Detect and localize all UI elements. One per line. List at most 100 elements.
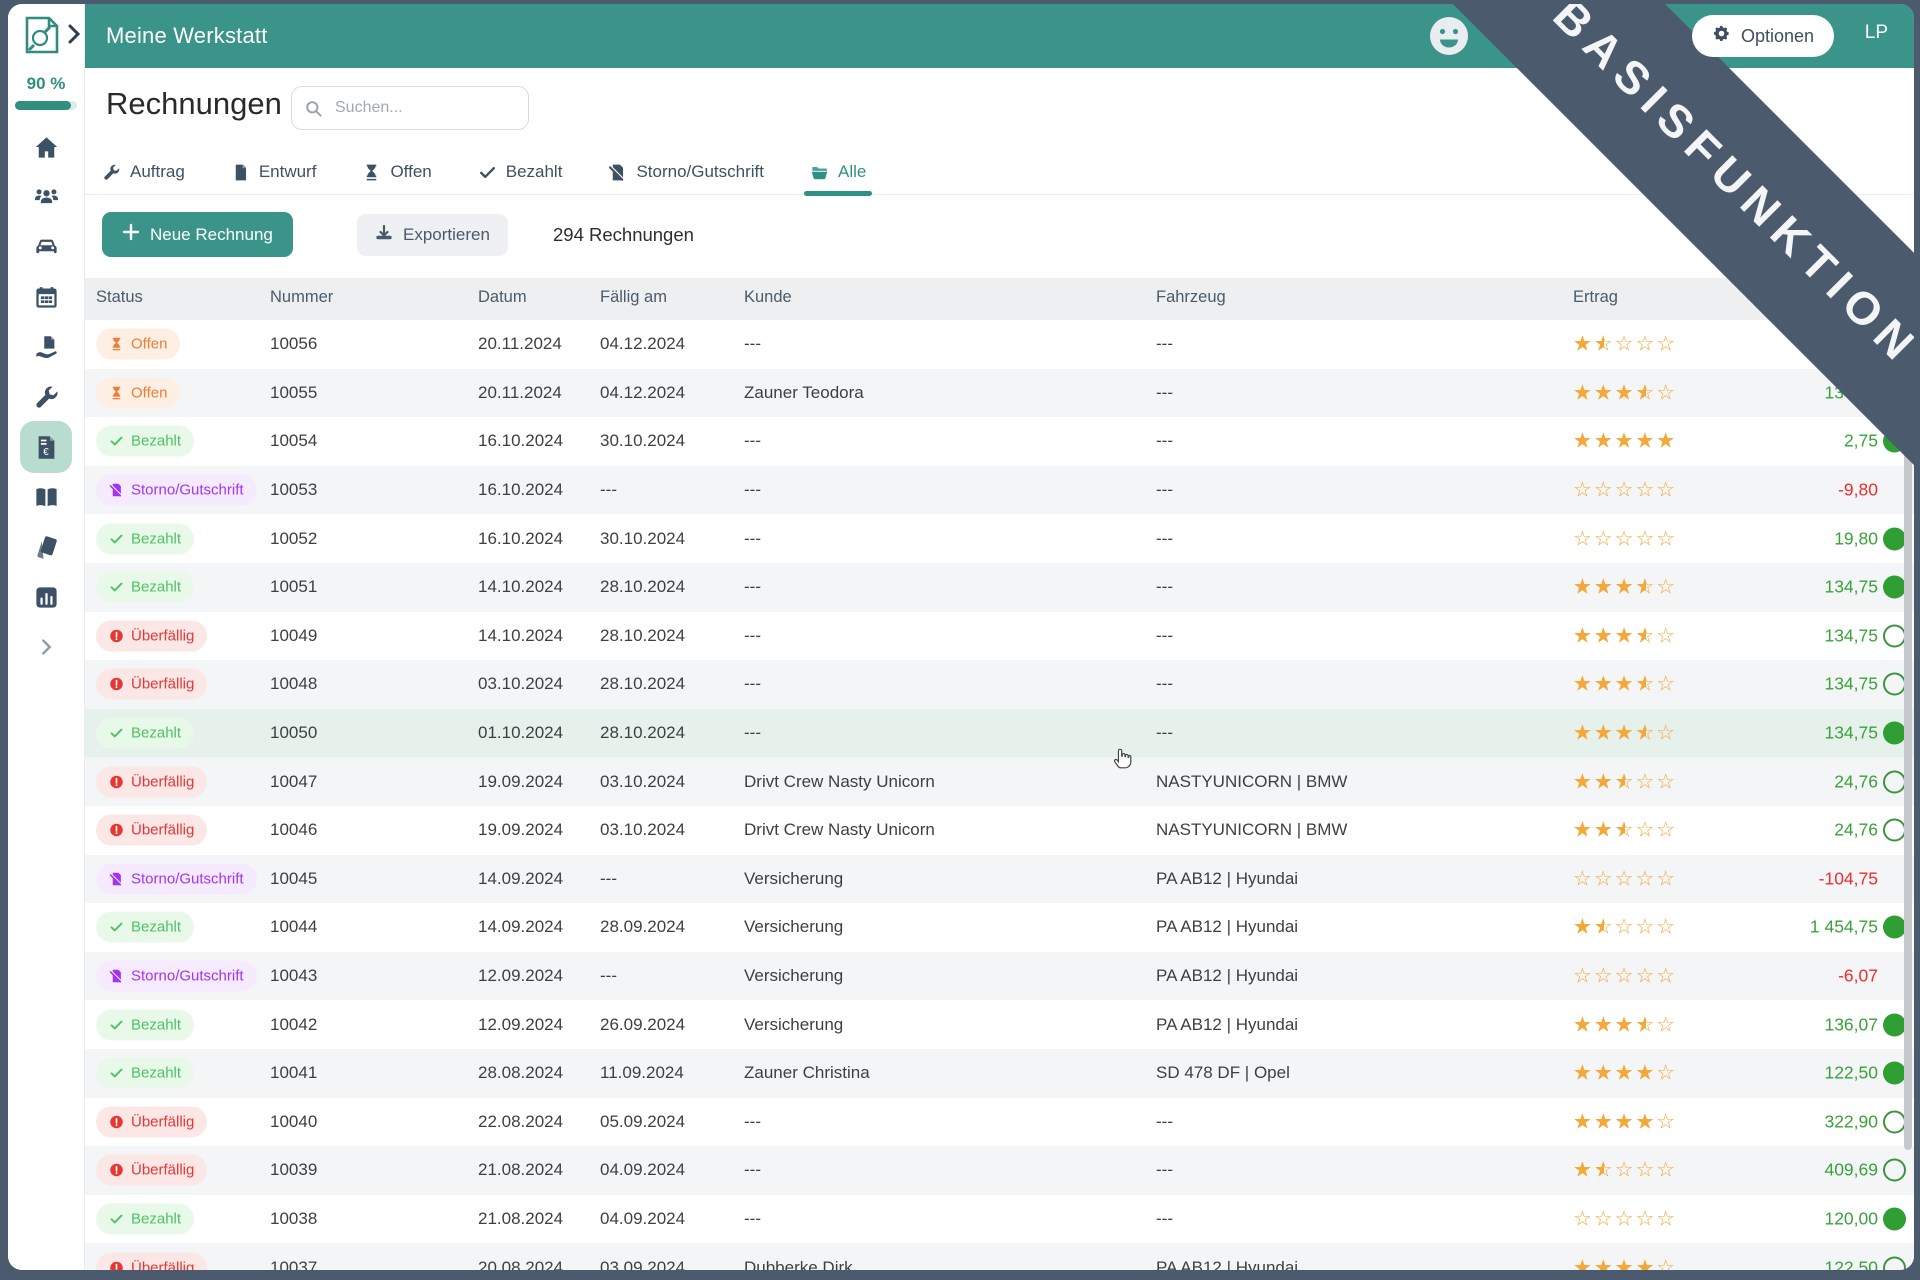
invoice-number: 10037 (270, 1258, 317, 1270)
table-row-10042[interactable]: Bezahlt1004212.09.202426.09.2024Versiche… (84, 1000, 1914, 1049)
due-date: 03.09.2024 (600, 1258, 685, 1270)
check-icon (109, 1017, 124, 1032)
sidebar-item-calendar[interactable] (8, 272, 84, 322)
vehicle: --- (1156, 529, 1173, 549)
table-row-10045[interactable]: Storno/Gutschrift1004514.09.2024---Versi… (84, 855, 1914, 904)
sidebar-item-book[interactable] (8, 472, 84, 522)
sidebar-item-car[interactable] (8, 222, 84, 272)
export-button[interactable]: Exportieren (357, 214, 508, 256)
table-row-10054[interactable]: Bezahlt1005416.10.202430.10.2024------☆☆… (84, 417, 1914, 466)
status-badge-ueberfaellig: Überfällig (96, 620, 207, 651)
customer: --- (744, 1112, 761, 1132)
profit-value: 2,75 (1844, 431, 1878, 452)
table-row-10053[interactable]: Storno/Gutschrift1005316.10.2024--------… (84, 466, 1914, 515)
app-logo-icon[interactable] (21, 12, 63, 58)
sidebar-item-hand-doc[interactable] (8, 322, 84, 372)
feedback-smiley-icon[interactable] (1429, 16, 1469, 56)
table-row-10043[interactable]: Storno/Gutschrift1004312.09.2024---Versi… (84, 952, 1914, 1001)
vehicle: --- (1156, 1209, 1173, 1229)
tab-alle[interactable]: Alle (810, 150, 866, 194)
payment-status-dot-filled (1883, 916, 1906, 939)
sidebar-nav: € (8, 122, 84, 672)
rating-stars: ☆☆☆☆☆★★★★★ (1573, 868, 1677, 889)
invoice-date: 19.09.2024 (478, 820, 563, 840)
rating-stars: ☆☆☆☆☆★★★★★ (1573, 528, 1677, 549)
rating-stars: ☆☆☆☆☆★★★★★ (1573, 917, 1677, 938)
rating-stars: ☆☆☆☆☆★★★★★ (1573, 431, 1677, 452)
sidebar-item-invoice[interactable]: € (8, 422, 84, 472)
table-row-10047[interactable]: Überfällig1004719.09.202403.10.2024Drivt… (84, 757, 1914, 806)
new-invoice-button[interactable]: Neue Rechnung (102, 212, 293, 257)
table-row-10056[interactable]: Offen1005620.11.202404.12.2024------☆☆☆☆… (84, 320, 1914, 369)
customer: Zauner Teodora (744, 383, 864, 403)
invoice-date: 03.10.2024 (478, 674, 563, 694)
due-date: 04.12.2024 (600, 383, 685, 403)
wrench-icon (33, 384, 60, 411)
page-title: Rechnungen (106, 86, 282, 122)
table-row-10048[interactable]: Überfällig1004803.10.202428.10.2024-----… (84, 660, 1914, 709)
vehicle: --- (1156, 480, 1173, 500)
table-row-10049[interactable]: Überfällig1004914.10.202428.10.2024-----… (84, 612, 1914, 661)
vehicle: --- (1156, 1160, 1173, 1180)
sidebar-item-users[interactable] (8, 172, 84, 222)
rating-stars: ☆☆☆☆☆★★★★★ (1573, 820, 1677, 841)
search-input[interactable] (333, 98, 516, 118)
payment-status-dot-outline (1883, 770, 1906, 793)
invoice-number: 10038 (270, 1209, 317, 1229)
export-label: Exportieren (403, 225, 490, 245)
table-row-10040[interactable]: Überfällig1004022.08.202405.09.2024-----… (84, 1098, 1914, 1147)
status-badge-bezahlt: Bezahlt (96, 523, 194, 554)
payment-status-dot-outline (1883, 1256, 1906, 1270)
customer: Versicherung (744, 966, 843, 986)
sidebar-item-chart[interactable] (8, 572, 84, 622)
status-label: Überfällig (131, 1162, 194, 1179)
col-datum: Datum (478, 288, 527, 307)
vehicle: NASTYUNICORN | BMW (1156, 772, 1347, 792)
capacity-progressbar (15, 101, 77, 110)
invoice-date: 12.09.2024 (478, 1015, 563, 1035)
vehicle: --- (1156, 1112, 1173, 1132)
table-row-10041[interactable]: Bezahlt1004128.08.202411.09.2024Zauner C… (84, 1049, 1914, 1098)
invoice-number: 10046 (270, 820, 317, 840)
due-date: 28.09.2024 (600, 917, 685, 937)
invoice-date: 21.08.2024 (478, 1160, 563, 1180)
table-row-10050[interactable]: Bezahlt1005001.10.202428.10.2024------☆☆… (84, 709, 1914, 758)
table-row-10037[interactable]: Überfällig1003720.08.202403.09.2024Dubbe… (84, 1243, 1914, 1270)
status-badge-ueberfaellig: Überfällig (96, 669, 207, 700)
due-date: 05.09.2024 (600, 1112, 685, 1132)
status-label: Storno/Gutschrift (131, 870, 244, 887)
invoice-number: 10041 (270, 1063, 317, 1083)
hourglass-icon (109, 385, 124, 400)
sidebar-item-cards[interactable] (8, 522, 84, 572)
col-faellig: Fällig am (600, 288, 667, 307)
table-row-10044[interactable]: Bezahlt1004414.09.202428.09.2024Versiche… (84, 903, 1914, 952)
options-button[interactable]: Optionen (1692, 15, 1834, 57)
sidebar-expand-icon[interactable] (66, 22, 82, 46)
sidebar-item-home[interactable] (8, 122, 84, 172)
invoice-date: 28.08.2024 (478, 1063, 563, 1083)
due-date: --- (600, 480, 617, 500)
vertical-scrollbar[interactable] (1904, 380, 1912, 1150)
table-row-10052[interactable]: Bezahlt1005216.10.202430.10.2024------☆☆… (84, 514, 1914, 563)
table-row-10055[interactable]: Offen1005520.11.202404.12.2024Zauner Teo… (84, 369, 1914, 418)
customer: --- (744, 1209, 761, 1229)
tab-offen[interactable]: Offen (362, 150, 431, 194)
user-initials[interactable]: LP (1865, 22, 1888, 44)
tab-storno-gutschrift[interactable]: Storno/Gutschrift (608, 150, 764, 194)
sidebar-item-wrench[interactable] (8, 372, 84, 422)
invoice-number: 10051 (270, 577, 317, 597)
customer: Drivt Crew Nasty Unicorn (744, 820, 935, 840)
tab-bezahlt[interactable]: Bezahlt (478, 150, 563, 194)
file-slash-icon (109, 969, 124, 984)
table-row-10038[interactable]: Bezahlt1003821.08.202404.09.2024------☆☆… (84, 1195, 1914, 1244)
table-row-10046[interactable]: Überfällig1004619.09.202403.10.2024Drivt… (84, 806, 1914, 855)
check-icon (109, 920, 124, 935)
table-row-10039[interactable]: Überfällig1003921.08.202404.09.2024-----… (84, 1146, 1914, 1195)
search-box[interactable] (291, 86, 529, 130)
tab-entwurf[interactable]: Entwurf (231, 150, 317, 194)
sidebar-more-chevron-icon[interactable] (8, 622, 84, 672)
table-row-10051[interactable]: Bezahlt1005114.10.202428.10.2024------☆☆… (84, 563, 1914, 612)
status-badge-bezahlt: Bezahlt (96, 718, 194, 749)
tab-auftrag[interactable]: Auftrag (102, 150, 185, 194)
invoice-date: 16.10.2024 (478, 480, 563, 500)
